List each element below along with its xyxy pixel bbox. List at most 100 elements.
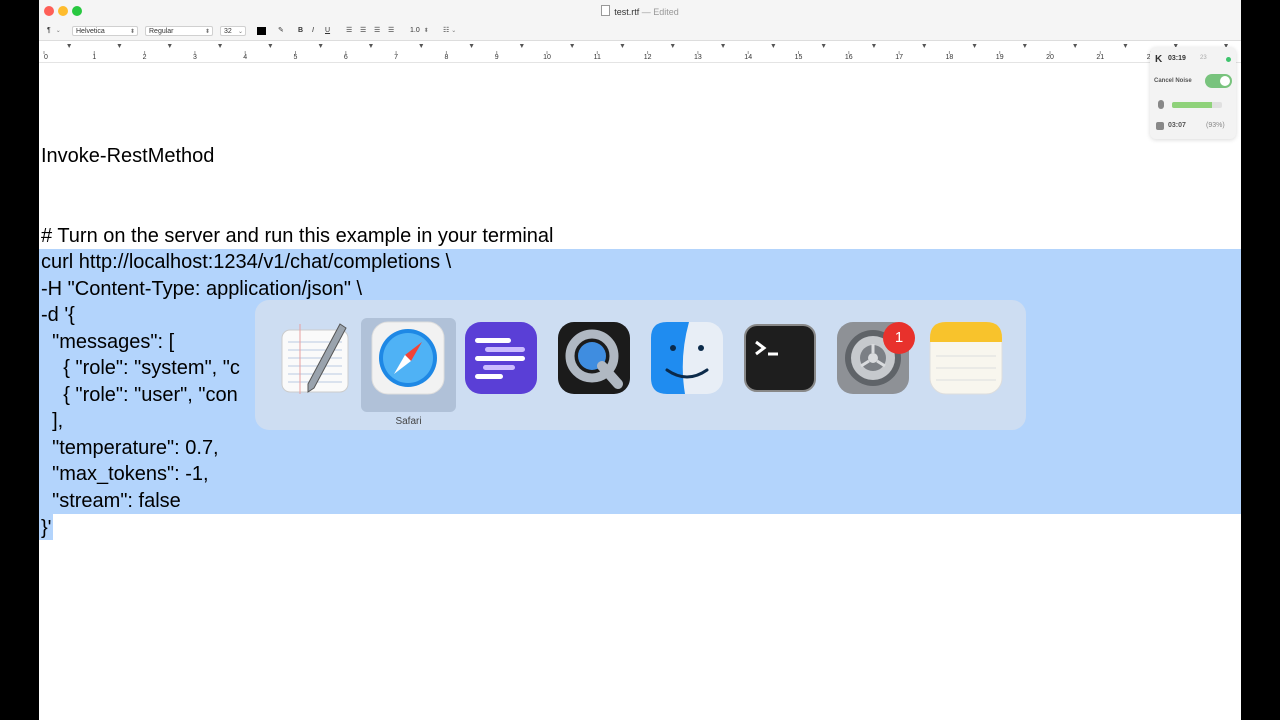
speaker-time: 03:07	[1168, 122, 1186, 129]
font-family-select[interactable]: Helvetica ⬍	[72, 26, 138, 36]
noise-cancel-widget[interactable]: K 03:19 23 Cancel Noise 03:07 (93%)	[1150, 47, 1236, 139]
list-style-icon[interactable]: ☷ ⌄	[443, 26, 456, 36]
ruler-label: 9	[495, 54, 499, 61]
ruler-label: 10	[543, 54, 551, 61]
window-separator: —	[641, 7, 651, 17]
tab-stop-marker[interactable]	[922, 44, 927, 48]
terminal-icon[interactable]	[742, 320, 818, 396]
tab-stop-marker[interactable]	[1022, 44, 1027, 48]
ruler-label: 13	[694, 54, 702, 61]
ruler-label: 21	[1096, 54, 1104, 61]
document-line: # Turn on the server and run this exampl…	[41, 225, 554, 247]
app-switcher: 1 Safari	[255, 300, 1026, 430]
tab-stop-marker[interactable]	[1073, 44, 1078, 48]
ruler-label: 7	[394, 54, 398, 61]
ruler-label: 5	[294, 54, 298, 61]
ruler-label: 1	[92, 54, 96, 61]
ruler-label: 0	[44, 54, 48, 61]
chevron-down-icon: ⌄	[55, 28, 61, 34]
mic-level-meter	[1172, 102, 1222, 108]
krisp-logo: K	[1155, 54, 1163, 65]
tab-stop-marker[interactable]	[218, 44, 223, 48]
tab-stop-marker[interactable]	[972, 44, 977, 48]
notification-badge: 1	[883, 322, 915, 354]
document-line: "stream": false	[41, 490, 181, 512]
ruler[interactable]: 01234567891011121314151617181920212223	[39, 41, 1241, 63]
align-right-icon[interactable]: ☰	[374, 26, 380, 36]
cancel-noise-label: Cancel Noise	[1154, 78, 1192, 84]
tab-stop-marker[interactable]	[268, 44, 273, 48]
align-justify-icon[interactable]: ☰	[388, 26, 394, 36]
tab-stop-marker[interactable]	[771, 44, 776, 48]
font-style-select[interactable]: Regular ⬍	[145, 26, 213, 36]
italic-button[interactable]: I	[312, 26, 314, 36]
stepper-icon: ⬍	[204, 29, 210, 35]
chevron-down-icon: ⌄	[237, 29, 243, 35]
mic-level-fill	[1172, 102, 1212, 108]
ruler-label: 19	[996, 54, 1004, 61]
linear-icon[interactable]	[463, 320, 539, 396]
document-line: "temperature": 0.7,	[41, 437, 219, 459]
bold-button[interactable]: B	[298, 26, 303, 36]
tab-stop-marker[interactable]	[167, 44, 172, 48]
tab-stop-marker[interactable]	[821, 44, 826, 48]
document-line: curl http://localhost:1234/v1/chat/compl…	[41, 251, 452, 273]
microphone-icon	[1158, 100, 1164, 109]
battery-level: (93%)	[1206, 122, 1225, 129]
align-left-icon[interactable]: ☰	[346, 26, 352, 36]
tab-stop-marker[interactable]	[871, 44, 876, 48]
ruler-label: 20	[1046, 54, 1054, 61]
underline-button[interactable]: U	[325, 26, 330, 36]
highlight-color-icon[interactable]: ✎	[278, 26, 284, 36]
align-center-icon[interactable]: ☰	[360, 26, 366, 36]
document-line: { "role": "system", "c	[41, 357, 240, 379]
font-size-select[interactable]: 32 ⌄	[220, 26, 246, 36]
tab-stop-marker[interactable]	[620, 44, 625, 48]
font-family-value: Helvetica	[76, 28, 105, 35]
ruler-label: 8	[444, 54, 448, 61]
tab-stop-marker[interactable]	[419, 44, 424, 48]
ruler-label: 16	[845, 54, 853, 61]
line-spacing-select[interactable]: 1.0 ⬍	[410, 26, 434, 36]
ruler-label: 15	[795, 54, 803, 61]
stepper-icon: ⬍	[129, 29, 135, 35]
tab-stop-marker[interactable]	[469, 44, 474, 48]
title-bar: test.rtf — Edited	[39, 0, 1241, 22]
ruler-label: 6	[344, 54, 348, 61]
zoom-window-button[interactable]	[72, 6, 82, 16]
close-window-button[interactable]	[44, 6, 54, 16]
minimize-window-button[interactable]	[58, 6, 68, 16]
paragraph-icon: ¶	[47, 27, 51, 34]
notes-icon[interactable]	[928, 320, 1004, 396]
finder-icon[interactable]	[649, 320, 725, 396]
ruler-scale: 01234567891011121314151617181920212223	[43, 44, 1229, 61]
status-dot-icon	[1226, 57, 1231, 62]
text-color-swatch[interactable]	[257, 27, 266, 35]
document-line: }'	[41, 517, 52, 539]
tab-stop-marker[interactable]	[570, 44, 575, 48]
document-line: ],	[41, 410, 64, 432]
tab-stop-marker[interactable]	[670, 44, 675, 48]
quicktime-icon[interactable]	[556, 320, 632, 396]
line-spacing-value: 1.0	[410, 27, 420, 34]
safari-icon[interactable]	[370, 320, 446, 396]
tab-stop-marker[interactable]	[1123, 44, 1128, 48]
tab-stop-marker[interactable]	[721, 44, 726, 48]
font-size-value: 32	[224, 28, 232, 35]
tab-stop-marker[interactable]	[318, 44, 323, 48]
document-line: "messages": [	[41, 331, 175, 353]
ruler-label: 14	[744, 54, 752, 61]
ruler-label: 2	[143, 54, 147, 61]
tab-stop-marker[interactable]	[67, 44, 72, 48]
paragraph-style-menu[interactable]: ¶ ⌄	[47, 26, 65, 36]
format-toolbar: ¶ ⌄ Helvetica ⬍ Regular ⬍ 32 ⌄ ✎ B I U ☰…	[39, 22, 1241, 41]
tab-stop-marker[interactable]	[117, 44, 122, 48]
session-time: 03:19	[1168, 55, 1186, 62]
window-filename: test.rtf	[614, 7, 640, 17]
document-line: -d '{	[41, 304, 75, 326]
tab-stop-marker[interactable]	[519, 44, 524, 48]
tab-stop-marker[interactable]	[368, 44, 373, 48]
stepper-icon: ⬍	[423, 28, 429, 34]
textedit-icon[interactable]	[278, 320, 354, 396]
cancel-noise-toggle[interactable]	[1205, 74, 1232, 88]
